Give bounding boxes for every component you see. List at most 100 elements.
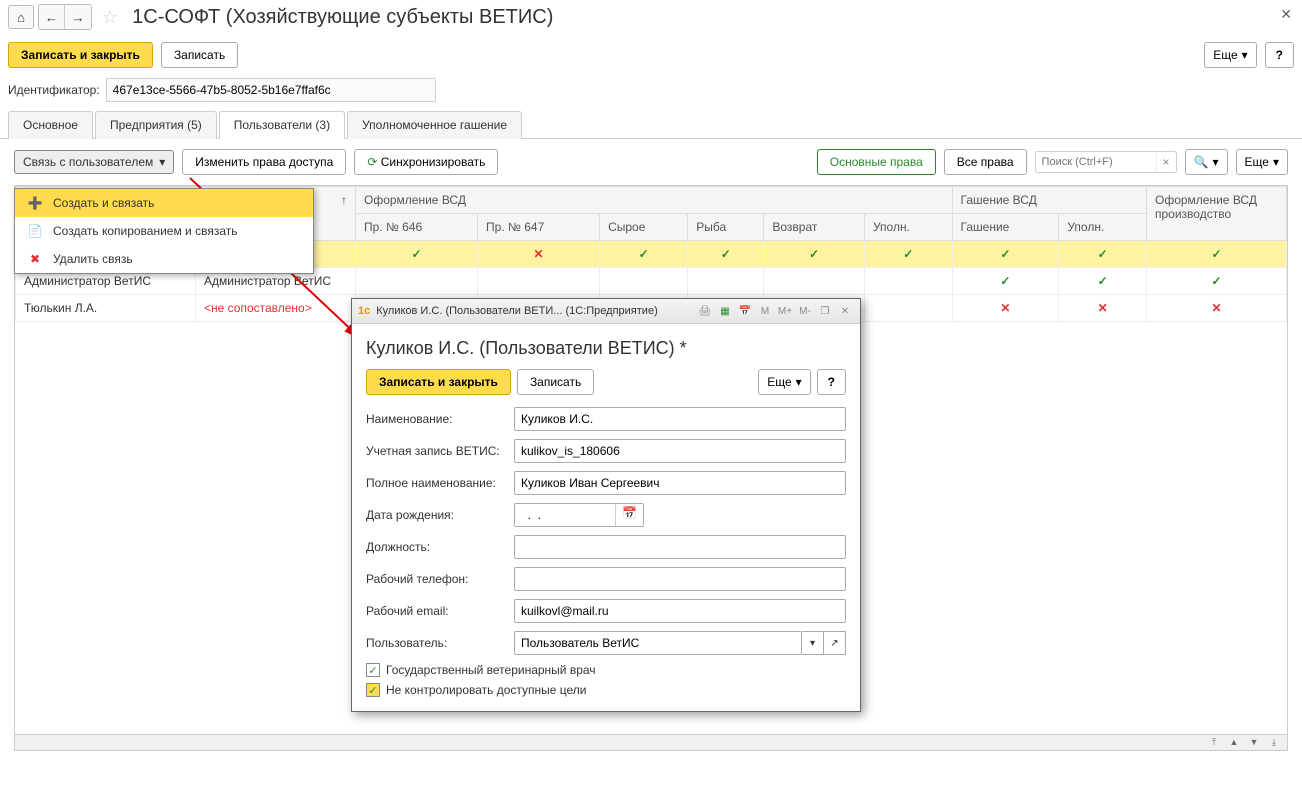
print-icon[interactable]: 🖨 [696, 303, 714, 319]
star-icon[interactable]: ☆ [102, 7, 118, 28]
table-scroll-footer: ⤒ ▲ ▼ ⤓ [15, 734, 1287, 750]
help-button[interactable]: ? [1265, 42, 1294, 68]
calendar-picker-icon[interactable]: 📅 [615, 504, 643, 526]
phone-label: Рабочий телефон: [366, 572, 506, 586]
dob-input[interactable] [515, 504, 615, 526]
magnifier-icon: 🔍 [1194, 155, 1209, 169]
checkbox-checked-icon[interactable]: ✓ [366, 663, 380, 677]
name-label: Наименование: [366, 412, 506, 426]
fullname-input[interactable] [514, 471, 846, 495]
chevron-down-icon: ▾ [1213, 155, 1219, 169]
m-minus-icon[interactable]: M- [796, 303, 814, 319]
account-input[interactable] [514, 439, 846, 463]
table-cell: ✓ [1147, 268, 1287, 295]
dialog-save-button[interactable]: Записать [517, 369, 594, 395]
tab-main[interactable]: Основное [8, 111, 93, 139]
table-cell: ✓ [1059, 241, 1147, 268]
all-rights-button[interactable]: Все права [944, 149, 1027, 175]
main-rights-button[interactable]: Основные права [817, 149, 936, 175]
dialog-titlebar[interactable]: 1c Куликов И.С. (Пользователи ВЕТИ... (1… [352, 299, 860, 324]
page-title: 1С-СОФТ (Хозяйствующие субъекты ВЕТИС) [132, 6, 553, 29]
email-label: Рабочий email: [366, 604, 506, 618]
position-input[interactable] [514, 535, 846, 559]
tab-enterprises[interactable]: Предприятия (5) [95, 111, 217, 139]
calendar-icon[interactable]: 📅 [736, 303, 754, 319]
dob-label: Дата рождения: [366, 508, 506, 522]
email-input[interactable] [514, 599, 846, 623]
table-cell [600, 268, 688, 295]
vet-checkbox-row[interactable]: ✓ Государственный ветеринарный врач [366, 663, 846, 677]
change-access-button[interactable]: Изменить права доступа [182, 149, 346, 175]
plus-icon: ➕ [27, 196, 43, 210]
app-icon: 1c [358, 305, 370, 317]
dialog-title: Куликов И.С. (Пользователи ВЕТИС) * [366, 338, 846, 359]
sort-icon[interactable]: ↑ [341, 193, 347, 207]
home-icon[interactable]: ⌂ [8, 5, 34, 29]
phone-input[interactable] [514, 567, 846, 591]
context-menu: ➕ Создать и связать 📄 Создать копировани… [14, 188, 314, 274]
more-button-sub[interactable]: Еще▾ [1236, 149, 1288, 175]
chevron-down-icon: ▾ [1273, 155, 1279, 169]
position-label: Должность: [366, 540, 506, 554]
save-button[interactable]: Записать [161, 42, 238, 68]
save-close-button[interactable]: Записать и закрыть [8, 42, 153, 68]
m-icon[interactable]: M [756, 303, 774, 319]
ctx-label: Создать и связать [53, 196, 154, 210]
user-select[interactable] [514, 631, 802, 655]
chevron-down-icon: ▾ [1242, 48, 1248, 62]
delete-icon: ✖ [27, 252, 43, 266]
dialog-save-close-button[interactable]: Записать и закрыть [366, 369, 511, 395]
user-select-wrap: ▾ ↗ [514, 631, 846, 655]
dialog-more-button[interactable]: Еще ▾ [758, 369, 810, 395]
scroll-top-icon[interactable]: ⤒ [1205, 737, 1223, 749]
name-input[interactable] [514, 407, 846, 431]
sync-button[interactable]: ⟳ Синхронизировать [354, 149, 498, 175]
col-group-vsd: Оформление ВСД [356, 187, 953, 214]
link-user-dropdown[interactable]: Связь с пользователем ▾ [14, 150, 174, 174]
chevron-down-icon: ▾ [796, 375, 802, 389]
dialog-toolbar: Записать и закрыть Записать Еще ▾ ? [366, 369, 846, 395]
table-cell: ✓ [764, 241, 865, 268]
tab-users[interactable]: Пользователи (3) [219, 111, 345, 139]
forward-icon[interactable]: → [65, 5, 91, 29]
scroll-down-icon[interactable]: ▼ [1245, 737, 1263, 749]
nav-arrows: ← → [38, 4, 92, 30]
ctx-copy-link[interactable]: 📄 Создать копированием и связать [15, 217, 313, 245]
select-dropdown-icon[interactable]: ▾ [802, 631, 824, 655]
search-clear-icon[interactable]: × [1156, 152, 1176, 172]
dialog-help-button[interactable]: ? [817, 369, 846, 395]
checkbox-checked-icon[interactable]: ✓ [366, 683, 380, 697]
table-cell: ✕ [1059, 295, 1147, 322]
col-group-gash: Гашение ВСД [952, 187, 1146, 214]
back-icon[interactable]: ← [39, 5, 65, 29]
scroll-bottom-icon[interactable]: ⤓ [1265, 737, 1283, 749]
ctx-create-link[interactable]: ➕ Создать и связать [15, 189, 313, 217]
search-input[interactable] [1036, 152, 1156, 172]
select-open-icon[interactable]: ↗ [824, 631, 846, 655]
table-cell [864, 295, 952, 322]
tabs: Основное Предприятия (5) Пользователи (3… [0, 110, 1302, 139]
account-label: Учетная запись ВЕТИС: [366, 444, 506, 458]
chevron-down-icon: ▾ [159, 155, 165, 169]
more-button[interactable]: Еще▾ [1204, 42, 1256, 68]
tab-authorized[interactable]: Уполномоченное гашение [347, 111, 522, 139]
control-checkbox-row[interactable]: ✓ Не контролировать доступные цели [366, 683, 846, 697]
close-icon[interactable]: ✕ [1280, 6, 1292, 23]
scroll-up-icon[interactable]: ▲ [1225, 737, 1243, 749]
window-icon[interactable]: ❐ [816, 303, 834, 319]
m-plus-icon[interactable]: M+ [776, 303, 794, 319]
id-input[interactable] [106, 78, 436, 102]
search-dropdown-button[interactable]: 🔍▾ [1185, 149, 1228, 175]
col-fish: Рыба [688, 214, 764, 241]
dob-input-wrap: 📅 [514, 503, 644, 527]
control-label: Не контролировать доступные цели [386, 683, 587, 697]
col-return: Возврат [764, 214, 865, 241]
col-pr646: Пр. № 646 [356, 214, 478, 241]
id-label: Идентификатор: [8, 83, 100, 97]
table-cell: ✓ [952, 241, 1059, 268]
ctx-delete-link[interactable]: ✖ Удалить связь [15, 245, 313, 273]
dialog-close-icon[interactable]: ✕ [836, 303, 854, 319]
calc-icon[interactable]: ▦ [716, 303, 734, 319]
vet-label: Государственный ветеринарный врач [386, 663, 596, 677]
table-cell: ✓ [1147, 241, 1287, 268]
